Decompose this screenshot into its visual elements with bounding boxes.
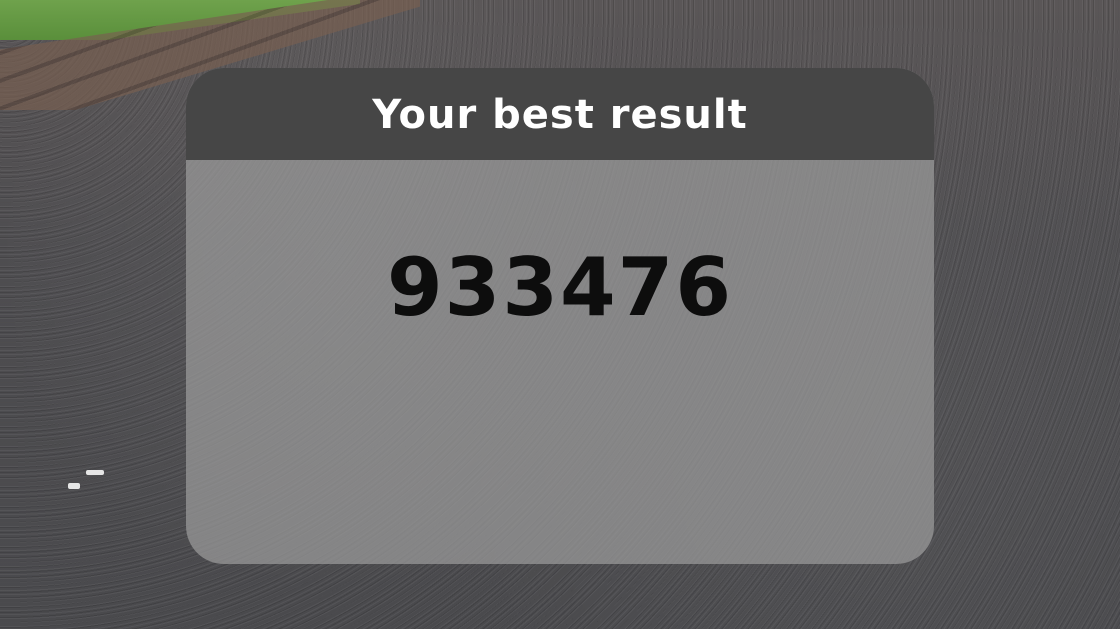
best-score-value: 933476 — [387, 241, 733, 334]
best-result-panel: Your best result 933476 — [186, 68, 934, 564]
panel-title: Your best result — [372, 92, 748, 138]
pebble — [86, 470, 104, 475]
pebble — [68, 483, 80, 489]
panel-header: Your best result — [186, 68, 934, 160]
